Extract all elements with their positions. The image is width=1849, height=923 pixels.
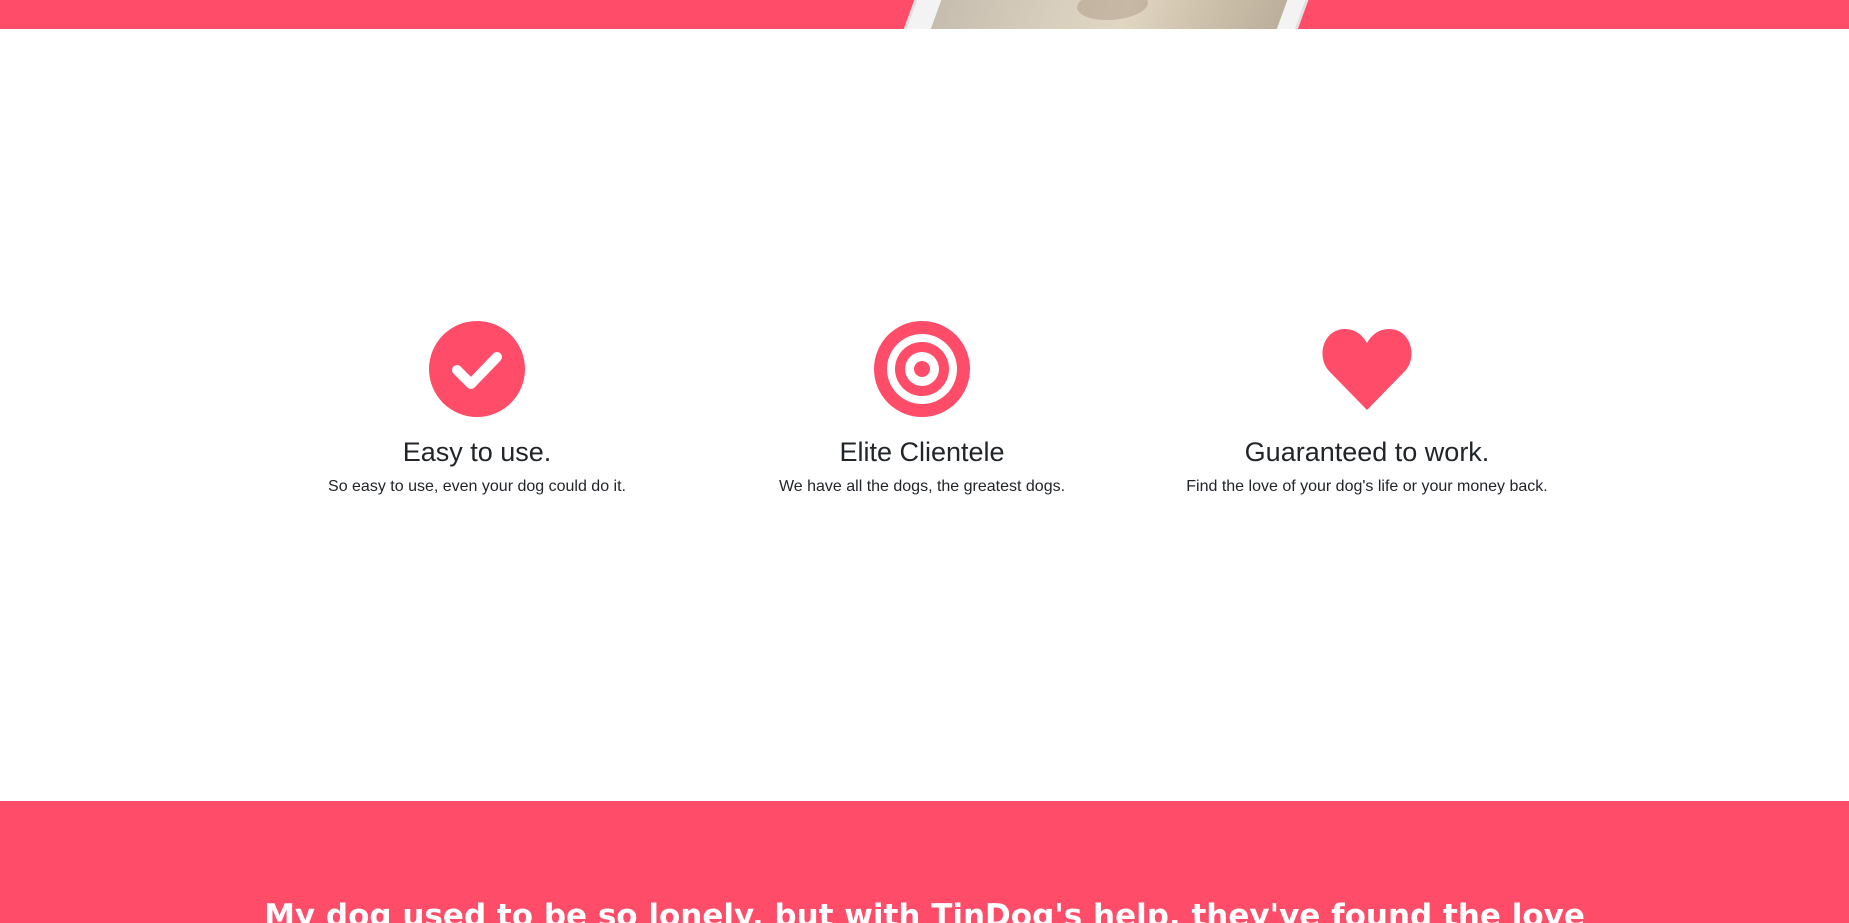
features-section: Easy to use. So easy to use, even your d… [0, 29, 1849, 801]
testimonial-section: My dog used to be so lonely, but with Ti… [0, 801, 1849, 923]
feature-title: Guaranteed to work. [1244, 437, 1490, 467]
feature-title: Easy to use. [402, 437, 552, 467]
feature-text: So easy to use, even your dog could do i… [328, 478, 626, 495]
bullseye-icon [874, 321, 970, 417]
heart-icon [1322, 329, 1412, 410]
feature-guaranteed: Guaranteed to work. Find the love of you… [1144, 321, 1590, 499]
feature-title: Elite Clientele [839, 437, 1005, 467]
feature-text: We have all the dogs, the greatest dogs. [778, 478, 1066, 495]
feature-elite-clientele: Elite Clientele We have all the dogs, th… [699, 321, 1145, 499]
phone-screen [930, 0, 1310, 29]
check-circle-icon [429, 321, 525, 417]
title-section-bottom [0, 0, 1849, 29]
phone-image [903, 0, 1331, 29]
feature-text: Find the love of your dog's life or your… [1186, 478, 1548, 495]
testimonial-quote: My dog used to be so lonely, but with Ti… [264, 898, 1585, 923]
page: Easy to use. So easy to use, even your d… [0, 0, 1849, 923]
feature-easy-to-use: Easy to use. So easy to use, even your d… [254, 321, 700, 499]
